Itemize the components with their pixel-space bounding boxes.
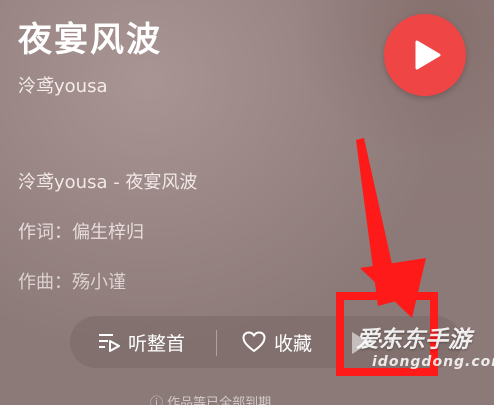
heart-icon — [242, 331, 266, 352]
playlist-play-icon — [99, 334, 120, 352]
watermark-logo-icon — [352, 332, 370, 354]
play-button[interactable] — [384, 14, 466, 96]
lyricist-line: 作词：偏生梓归 — [18, 222, 144, 243]
action-divider — [216, 330, 217, 356]
footer-note: ⓘ 作品等已全部到期 — [150, 396, 272, 405]
song-info-line: 泠鸢yousa - 夜宴风波 — [18, 172, 198, 193]
listen-full-button[interactable]: 听整首 — [98, 316, 185, 368]
listen-full-label: 听整首 — [128, 332, 186, 355]
composer-line: 作曲：殇小谨 — [18, 272, 126, 293]
artist-name[interactable]: 泠鸢yousa — [18, 72, 107, 98]
watermark-text: 爱东东手游 — [356, 327, 471, 353]
song-title: 夜宴风波 — [18, 20, 162, 60]
play-icon — [415, 40, 441, 70]
watermark-url: idongdong.com — [372, 354, 494, 370]
favorite-button[interactable]: 收藏 — [242, 316, 312, 368]
favorite-label: 收藏 — [274, 332, 313, 355]
